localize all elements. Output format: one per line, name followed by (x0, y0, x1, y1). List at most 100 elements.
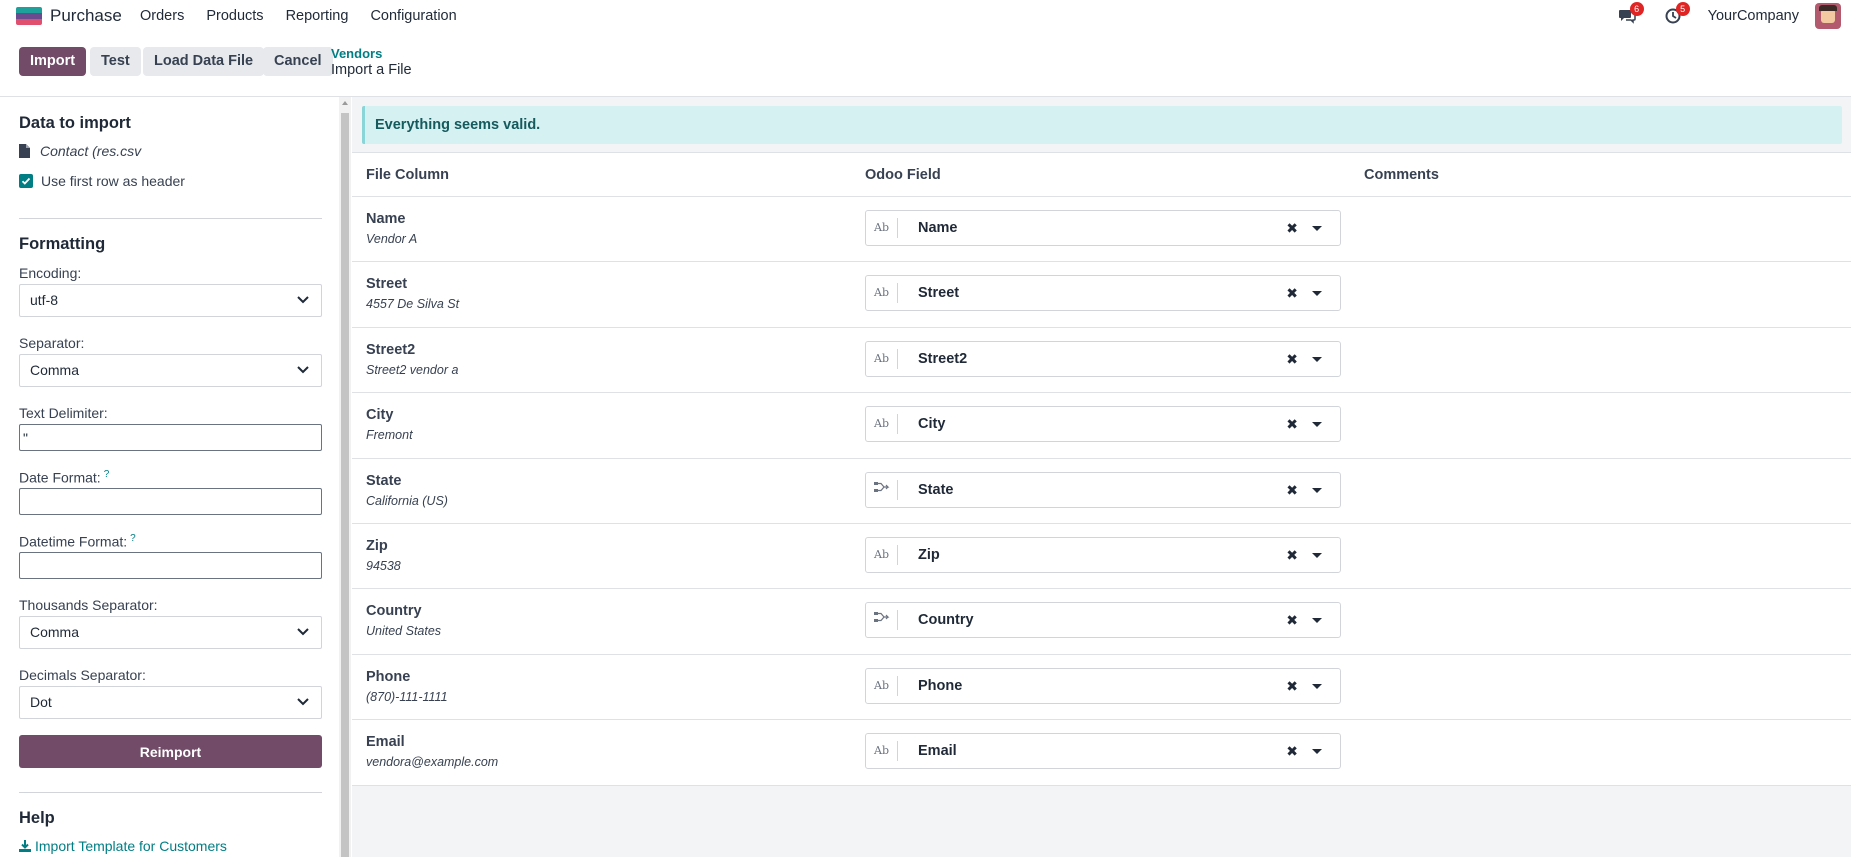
file-column-name: Street (366, 276, 408, 293)
odoo-field-label: Zip (918, 546, 940, 563)
field-type-badge: Ab (866, 675, 898, 696)
dropdown-caret-icon[interactable] (1312, 422, 1322, 428)
thousands-separator-select[interactable]: Comma (19, 616, 322, 649)
dropdown-caret-icon[interactable] (1312, 552, 1322, 558)
app-name[interactable]: Purchase (50, 6, 122, 26)
header-file-column: File Column (366, 167, 449, 183)
file-column-name: Phone (366, 668, 411, 685)
menu-orders[interactable]: Orders (140, 8, 184, 24)
data-to-import-title: Data to import (19, 114, 131, 132)
file-icon (19, 144, 30, 158)
cancel-button[interactable]: Cancel (263, 47, 333, 76)
header-odoo-field: Odoo Field (865, 167, 941, 183)
text-field-icon: Ab (874, 221, 889, 234)
decimals-separator-label: Decimals Separator: (19, 667, 146, 683)
menu-products[interactable]: Products (206, 8, 263, 24)
clear-field-icon[interactable]: ✖ (1286, 743, 1298, 760)
file-column-sample: 4557 De Silva St (366, 297, 460, 312)
decimals-separator-select[interactable]: Dot (19, 686, 322, 719)
menu-reporting[interactable]: Reporting (286, 8, 349, 24)
odoo-field-label: Street2 (918, 350, 968, 367)
odoo-field-label: Name (918, 220, 958, 236)
text-field-icon: Ab (874, 744, 889, 758)
odoo-field-select[interactable]: Ab Name ✖ (865, 210, 1341, 246)
odoo-field-select[interactable]: Ab Phone ✖ (865, 667, 1341, 704)
file-column-name: City (366, 407, 394, 424)
odoo-field-select[interactable]: Ab Zip ✖ (865, 536, 1341, 573)
dropdown-caret-icon[interactable] (1312, 487, 1322, 493)
load-data-file-button[interactable]: Load Data File (143, 47, 265, 76)
breadcrumb-current: Import a File (331, 62, 412, 78)
dropdown-caret-icon[interactable] (1312, 683, 1322, 689)
table-row: Country United States Country ✖ (352, 589, 1851, 655)
use-header-checkbox[interactable] (19, 174, 33, 188)
text-delimiter-label: Text Delimiter: (19, 405, 108, 421)
odoo-field-select[interactable]: Ab City ✖ (865, 406, 1341, 443)
date-format-help-icon[interactable]: ? (104, 469, 110, 480)
messages-button[interactable]: 6 (1616, 2, 1644, 27)
field-type-badge: Ab (866, 741, 898, 762)
clear-field-icon[interactable]: ✖ (1286, 220, 1298, 237)
odoo-field-select[interactable]: Ab Email ✖ (865, 733, 1341, 770)
text-field-icon: Ab (874, 678, 889, 692)
dropdown-caret-icon[interactable] (1312, 291, 1322, 297)
odoo-field-label: Email (918, 743, 957, 760)
chevron-down-icon (297, 296, 309, 304)
clear-field-icon[interactable]: ✖ (1286, 351, 1298, 368)
top-navbar: Purchase Orders Products Reporting Confi… (0, 0, 1851, 32)
clear-field-icon[interactable]: ✖ (1286, 547, 1298, 564)
file-column-name: Email (366, 734, 405, 751)
thousands-separator-label: Thousands Separator: (19, 597, 158, 613)
company-switcher[interactable]: YourCompany (1708, 8, 1799, 24)
test-button[interactable]: Test (90, 47, 141, 76)
import-template-link[interactable]: Import Template for Customers (19, 838, 227, 854)
user-avatar[interactable] (1815, 3, 1841, 29)
menu-configuration[interactable]: Configuration (370, 8, 456, 24)
odoo-field-select[interactable]: Ab Street2 ✖ (865, 340, 1341, 377)
breadcrumb-vendors[interactable]: Vendors (331, 47, 412, 61)
sidebar-scrollbar[interactable] (339, 97, 351, 857)
odoo-field-label: Country (918, 612, 974, 629)
table-row: City Fremont Ab City ✖ (352, 393, 1851, 459)
file-column-sample: vendora@example.com (366, 755, 499, 770)
field-type-badge: Ab (866, 544, 898, 565)
reimport-button[interactable]: Reimport (19, 735, 322, 768)
clear-field-icon[interactable]: ✖ (1286, 416, 1298, 433)
dropdown-caret-icon[interactable] (1312, 749, 1322, 755)
dropdown-caret-icon[interactable] (1312, 226, 1322, 231)
clear-field-icon[interactable]: ✖ (1286, 285, 1298, 302)
table-row: Street 4557 De Silva St Ab Street ✖ (352, 262, 1851, 328)
datetime-format-help-icon[interactable]: ? (130, 533, 136, 544)
dropdown-caret-icon[interactable] (1312, 618, 1322, 624)
odoo-field-label: State (918, 481, 954, 498)
breadcrumb: Vendors Import a File (331, 47, 412, 79)
date-format-input[interactable] (19, 488, 322, 515)
datetime-format-input[interactable] (19, 552, 322, 579)
clear-field-icon[interactable]: ✖ (1286, 482, 1298, 499)
odoo-field-select[interactable]: Country ✖ (865, 602, 1341, 639)
file-column-name: Street2 (366, 341, 416, 358)
clear-field-icon[interactable]: ✖ (1286, 612, 1298, 629)
download-icon (19, 840, 31, 852)
decimals-separator-value: Dot (30, 694, 52, 710)
file-column-sample: Fremont (366, 428, 413, 443)
activities-button[interactable]: 5 (1662, 2, 1690, 27)
header-checkbox-row[interactable]: Use first row as header (19, 173, 185, 189)
file-column-sample: 94538 (366, 558, 401, 573)
file-column-sample: Street2 vendor a (366, 362, 459, 377)
odoo-field-select[interactable]: State ✖ (865, 471, 1341, 508)
import-button[interactable]: Import (19, 47, 87, 76)
odoo-field-select[interactable]: Ab Street ✖ (865, 275, 1341, 312)
activities-badge: 5 (1675, 2, 1690, 16)
table-row: Phone (870)-111-1111 Ab Phone ✖ (352, 655, 1851, 721)
clear-field-icon[interactable]: ✖ (1286, 678, 1298, 695)
purchase-app-icon[interactable] (16, 7, 42, 25)
encoding-select[interactable]: utf-8 (19, 284, 322, 317)
text-delimiter-input[interactable] (19, 424, 322, 451)
relation-field-icon (873, 612, 889, 623)
dropdown-caret-icon[interactable] (1312, 356, 1322, 362)
separator-select[interactable]: Comma (19, 354, 322, 387)
checkmark-icon (21, 177, 31, 185)
field-type-badge: Ab (866, 218, 898, 238)
table-row: Email vendora@example.com Ab Email ✖ (352, 720, 1851, 786)
